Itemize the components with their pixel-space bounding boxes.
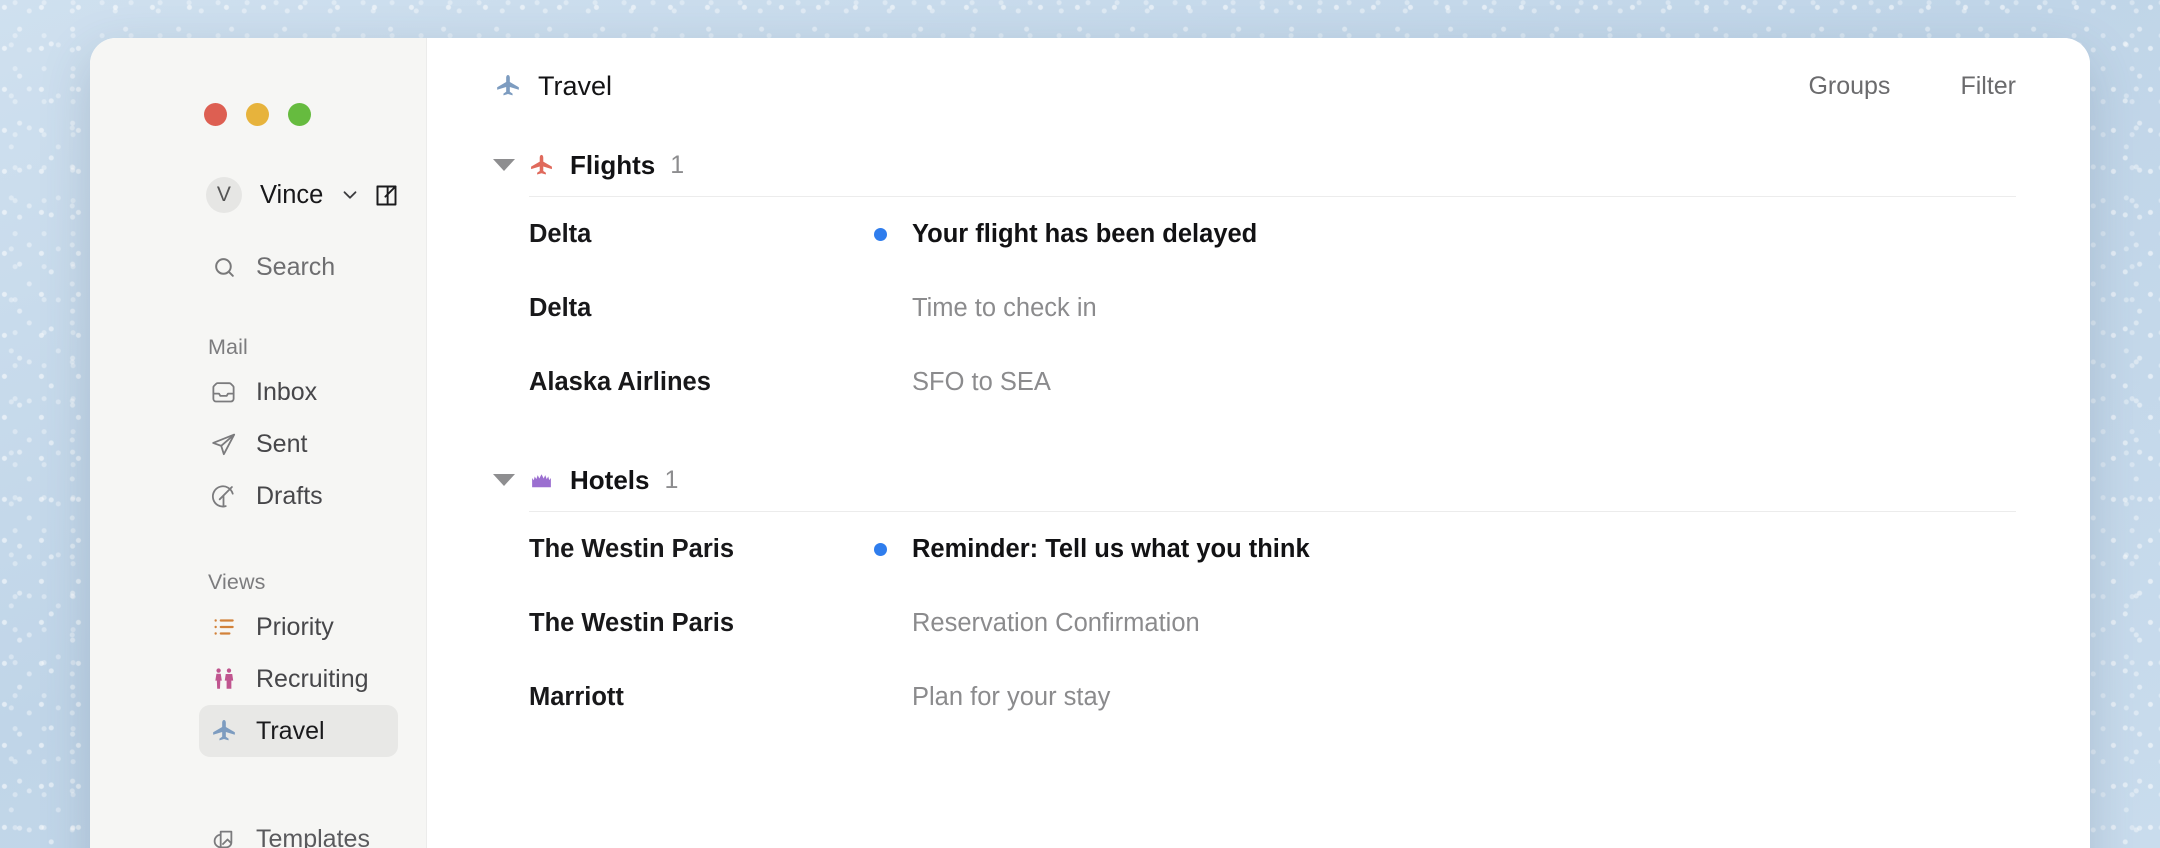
draft-circle-icon [208,483,239,510]
airplane-icon [495,73,521,99]
app-window: V Vince Search Mail Inbox Sent Drafts Vi… [90,38,2090,848]
nav-list-bottom: Templates Trash [90,813,426,848]
sidebar-item-label: Travel [256,716,325,745]
message-subject: Reservation Confirmation [912,608,1200,637]
table-row[interactable]: Delta Your flight has been delayed [495,197,2016,271]
sidebar-item-sent[interactable]: Sent [199,418,398,470]
chevron-down-icon[interactable] [493,474,515,486]
group-header[interactable]: Flights 1 [493,134,2016,196]
inbox-icon [208,379,239,406]
table-row[interactable]: Alaska Airlines SFO to SEA [495,345,2016,419]
search-input[interactable]: Search [90,247,426,287]
account-name: Vince [260,180,324,209]
groups-button[interactable]: Groups [1808,72,1890,101]
airplane-icon [529,153,554,178]
sidebar-item-recruiting[interactable]: Recruiting [199,653,398,705]
message-subject: Plan for your stay [912,682,1111,711]
group-count: 1 [670,150,685,179]
priority-list-icon [208,614,239,640]
paper-plane-icon [208,431,239,458]
sidebar-item-priority[interactable]: Priority [199,601,398,653]
close-button[interactable] [204,103,227,126]
content-header: Travel Groups Filter [427,38,2090,134]
chevron-down-icon[interactable] [493,159,515,171]
nav-list-views: Priority Recruiting Travel [90,601,426,757]
chevron-down-icon[interactable] [339,184,361,206]
templates-icon [208,826,239,848]
sidebar-item-label: Sent [256,429,308,458]
sidebar-item-label: Recruiting [256,664,369,693]
table-row[interactable]: Delta Time to check in [495,271,2016,345]
group-flights: Flights 1 Delta Your flight has been del… [427,134,2090,419]
sidebar-item-inbox[interactable]: Inbox [199,366,398,418]
section-label-mail: Mail [208,335,248,359]
sidebar-item-drafts[interactable]: Drafts [199,470,398,522]
group-header[interactable]: Hotels 1 [493,449,2016,511]
group-name: Hotels [570,464,650,495]
unread-indicator [874,227,912,241]
message-sender: The Westin Paris [529,608,735,637]
message-sender: Marriott [529,682,624,711]
sidebar-item-travel[interactable]: Travel [199,705,398,757]
filter-button[interactable]: Filter [1960,72,2016,101]
people-icon [208,666,239,692]
sidebar: V Vince Search Mail Inbox Sent Drafts Vi… [90,38,427,848]
unread-indicator [874,542,912,556]
sidebar-item-label: Inbox [256,377,318,406]
page-title: Travel [538,70,613,101]
hotel-crown-icon [529,468,554,493]
message-subject: Time to check in [912,293,1097,322]
header-actions: Groups Filter [1808,72,2016,101]
airplane-icon [208,718,239,744]
message-list-pane: Travel Groups Filter Flights 1 Delta You… [427,38,2090,848]
sidebar-item-templates[interactable]: Templates [199,813,398,848]
sidebar-item-label: Priority [256,612,334,641]
window-controls [90,38,426,126]
message-sender: Delta [529,293,592,322]
search-icon [212,255,242,280]
search-placeholder: Search [256,252,336,281]
sidebar-item-label: Drafts [256,481,323,510]
message-sender: Alaska Airlines [529,367,711,396]
message-subject: Reminder: Tell us what you think [912,534,1310,563]
section-label-views: Views [208,570,266,594]
message-sender: Delta [529,219,592,248]
group-hotels: Hotels 1 The Westin Paris Reminder: Tell… [427,449,2090,734]
avatar: V [206,177,242,213]
group-name: Flights [570,149,656,180]
message-subject: Your flight has been delayed [912,219,1258,248]
group-count: 1 [664,465,679,494]
nav-list-mail: Inbox Sent Drafts [90,366,426,522]
minimize-button[interactable] [246,103,269,126]
table-row[interactable]: Marriott Plan for your stay [495,660,2016,734]
sidebar-item-label: Templates [256,824,370,848]
message-sender: The Westin Paris [529,534,735,563]
table-row[interactable]: The Westin Paris Reminder: Tell us what … [495,512,2016,586]
message-subject: SFO to SEA [912,367,1051,396]
table-row[interactable]: The Westin Paris Reservation Confirmatio… [495,586,2016,660]
compose-icon[interactable] [373,182,400,209]
account-switcher[interactable]: V Vince [90,173,426,217]
zoom-button[interactable] [288,103,311,126]
